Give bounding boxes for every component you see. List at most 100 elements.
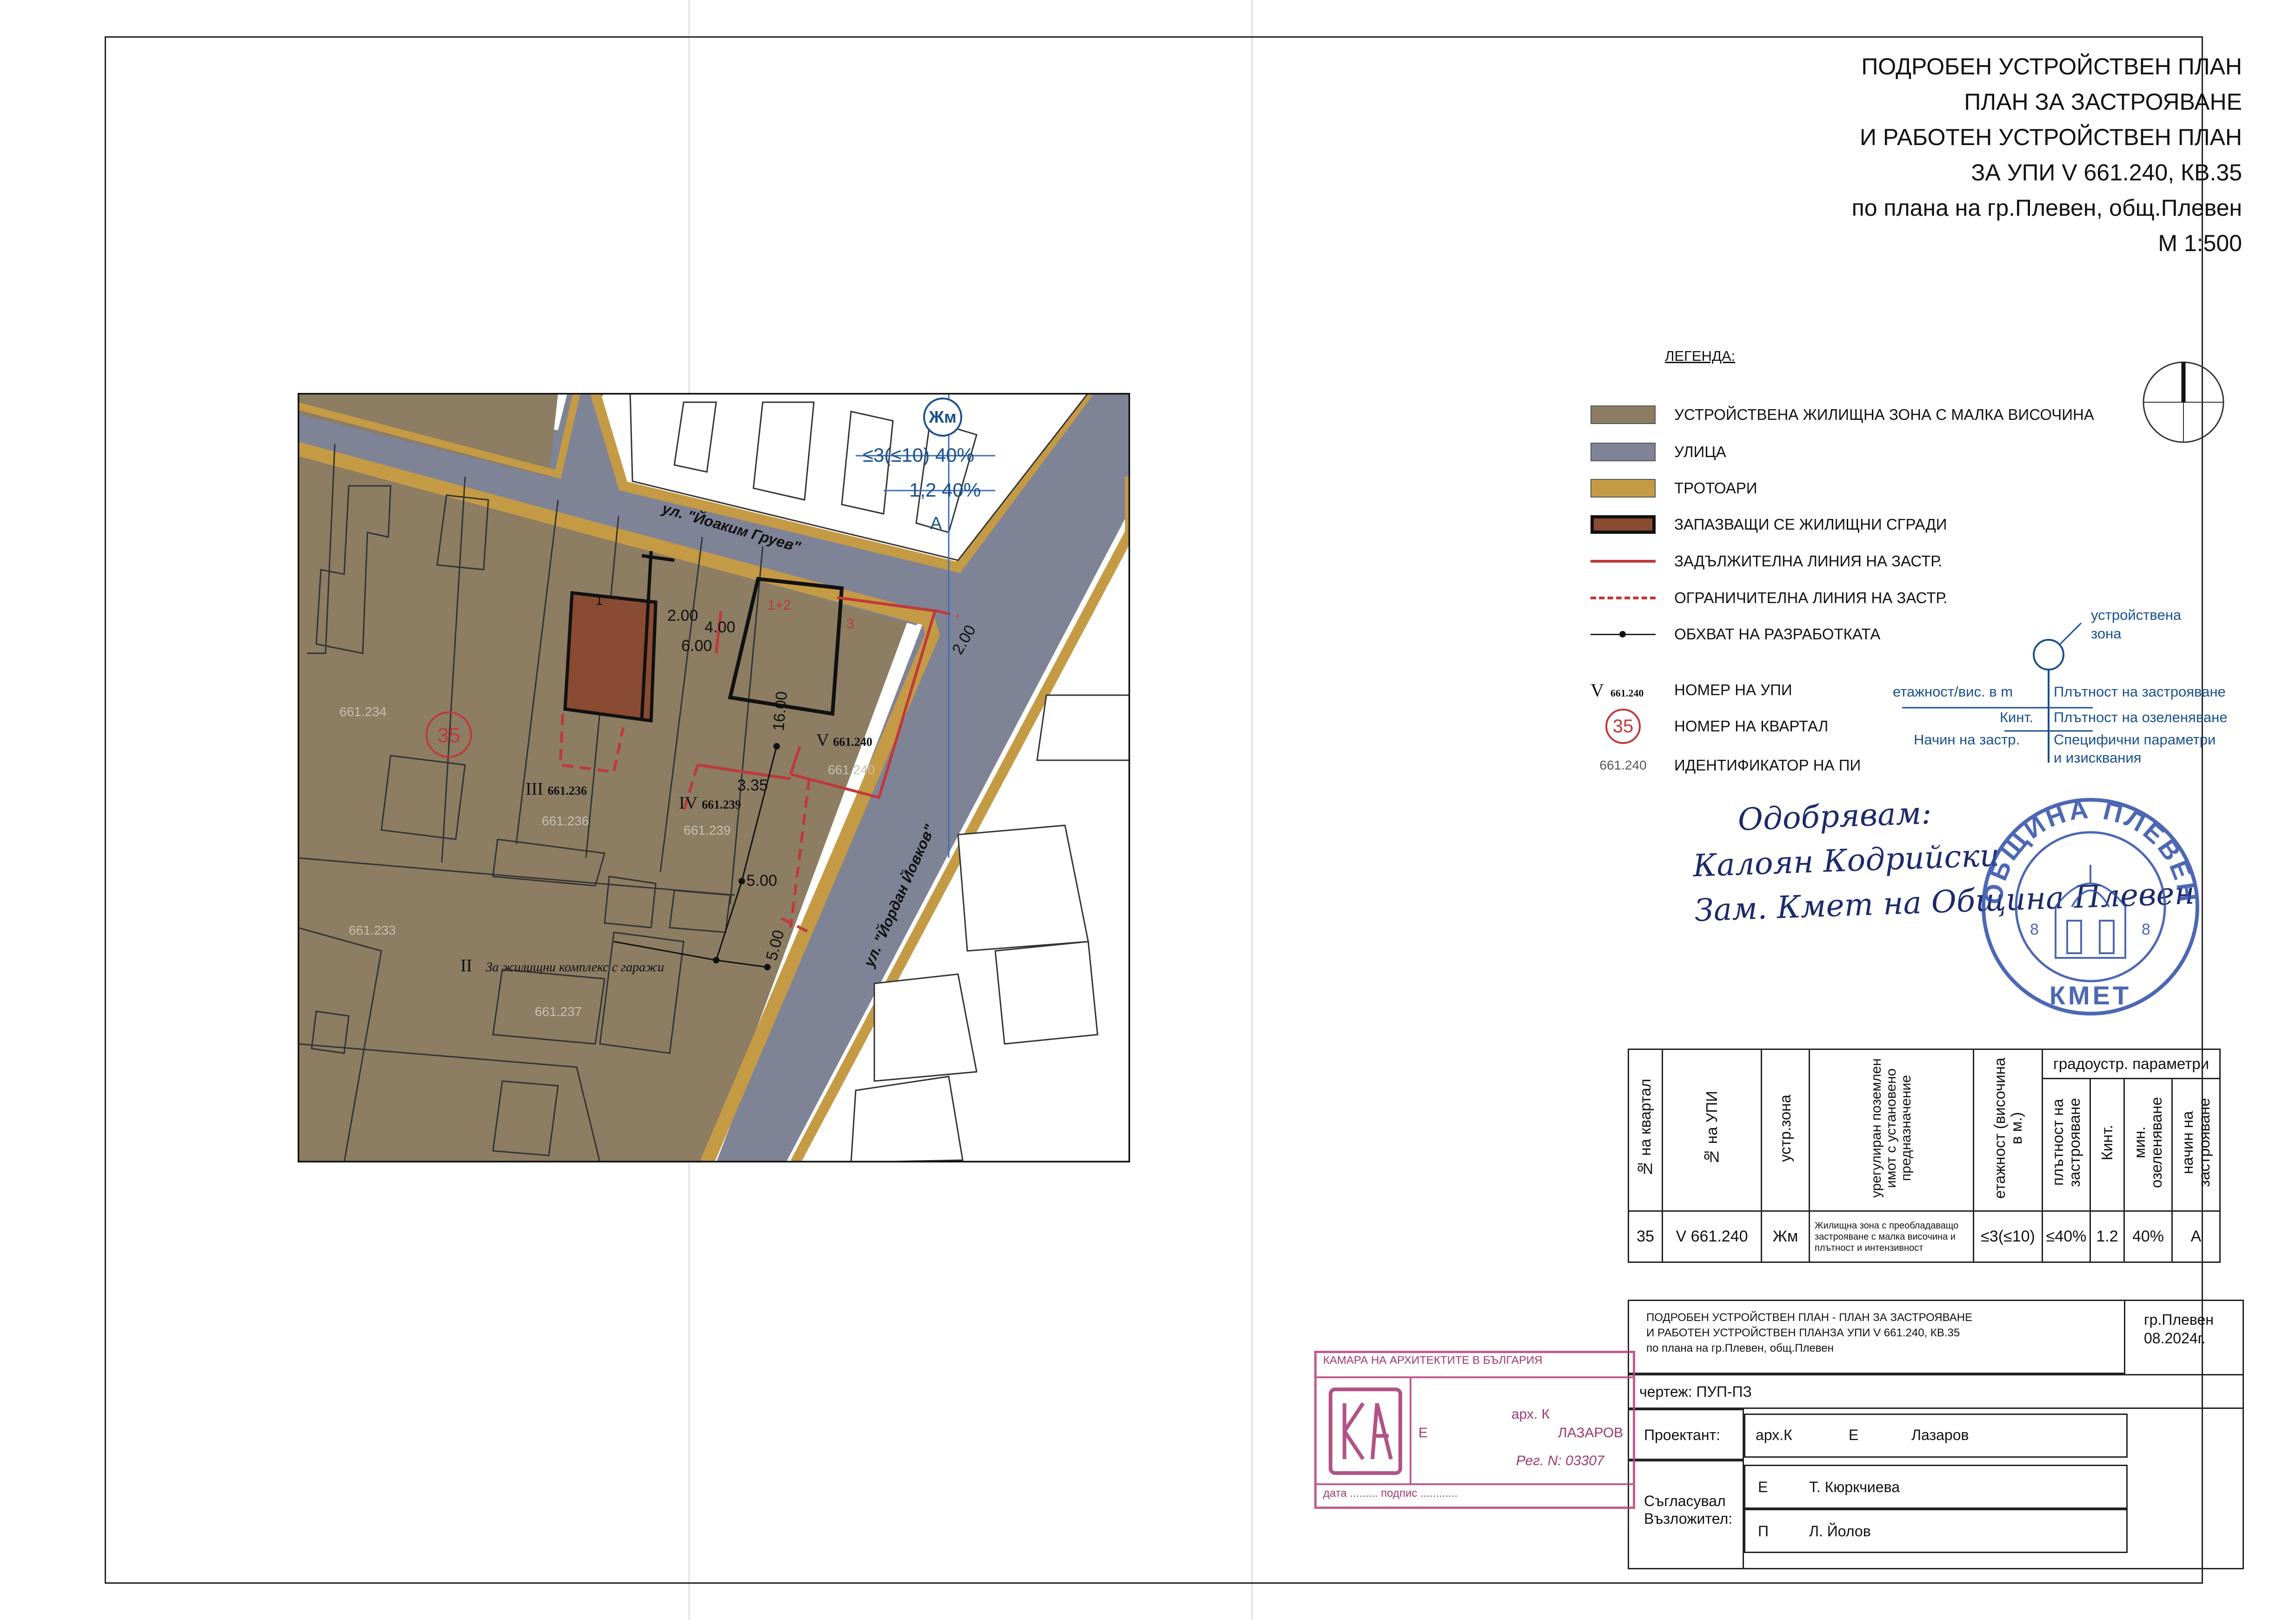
title-line: ЗА УПИ V 661.240, КВ.35 bbox=[1971, 159, 2242, 186]
stamp-name: ЛАЗАРОВ bbox=[1558, 1425, 1624, 1441]
kab-logo-icon bbox=[1329, 1388, 1402, 1475]
table-cell: Жм bbox=[1761, 1210, 1810, 1263]
legend-item: УЛИЦА bbox=[1591, 441, 1726, 463]
table-header: № на квартал bbox=[1628, 1049, 1663, 1212]
upi-symbol: V bbox=[1591, 679, 1604, 701]
title-block-place: гр.Плевен bbox=[2144, 1311, 2214, 1328]
table-header: мин. озеленяване bbox=[2123, 1077, 2173, 1212]
drawing-code: чертеж: ПУП-ПЗ bbox=[1639, 1383, 1752, 1400]
agreed-row-box bbox=[1744, 1509, 2128, 1553]
legend-label: УЛИЦА bbox=[1674, 443, 1726, 460]
legend-swatch: 661.240 bbox=[1591, 756, 1656, 775]
zone-key-label: и изисквания bbox=[2054, 750, 2142, 766]
upi-label-iv: IV 661.239 bbox=[679, 793, 741, 813]
legend-item: ОГРАНИЧИТЕЛНА ЛИНИЯ НА ЗАСТР. bbox=[1591, 587, 1947, 609]
zone-code: Жм bbox=[929, 407, 957, 426]
legend-item: V 661.240 НОМЕР НА УПИ bbox=[1591, 679, 1792, 701]
legend-item: ЗАПАЗВАЩИ СЕ ЖИЛИЩНИ СГРАДИ bbox=[1591, 513, 1947, 536]
legend-label: ОБХВАТ НА РАЗРАБОТКАТА bbox=[1674, 625, 1881, 643]
header-text: етажност (височина в м.) bbox=[1990, 1057, 2025, 1199]
dimension-label: 6.00 bbox=[681, 637, 712, 655]
legend-swatch bbox=[1591, 515, 1656, 534]
agreed-initial: П bbox=[1758, 1523, 1769, 1540]
legend-item: ТРОТОАРИ bbox=[1591, 477, 1757, 499]
title-line: ПЛАН ЗА ЗАСТРОЯВАНЕ bbox=[1964, 89, 2242, 115]
legend-item: УСТРОЙСТВЕНА ЖИЛИЩНА ЗОНА С МАЛКА ВИСОЧИ… bbox=[1591, 404, 2094, 426]
stamp-divider bbox=[1410, 1378, 1411, 1483]
legend-label: ИДЕНТИФИКАТОР НА ПИ bbox=[1674, 757, 1861, 774]
zone-key-label: Кинт. bbox=[2000, 709, 2033, 725]
stamp-top-text: ОБЩИНА ПЛЕВЕН bbox=[1978, 794, 2200, 906]
zone-key-label: Плътност на озеленяване bbox=[2054, 709, 2228, 725]
header-text: Кинт. bbox=[2098, 1125, 2116, 1161]
stamp-divider bbox=[1317, 1483, 1633, 1485]
title-block-desc: И РАБОТЕН УСТРОЙСТВЕН ПЛАНЗА УПИ V 661.2… bbox=[1646, 1327, 1960, 1339]
table-cell: Жилищна зона с преобладаващо застрояване… bbox=[1809, 1210, 1974, 1263]
table-header: плътност на застрояване bbox=[2042, 1077, 2091, 1212]
designer-value: арх.К bbox=[1756, 1427, 1792, 1443]
cathedral-emblem-icon bbox=[2055, 865, 2126, 959]
upi-id: 661.239 bbox=[701, 798, 741, 811]
parcel-id: 661.240 bbox=[828, 763, 875, 777]
dimension-label: 2.00 bbox=[667, 607, 699, 624]
building-label: 1+2 bbox=[767, 598, 791, 613]
upi-id: 661.240 bbox=[833, 735, 872, 749]
legend-label: ЗАДЪЛЖИТЕЛНА ЛИНИЯ НА ЗАСТР. bbox=[1674, 552, 1943, 570]
cadastral-map bbox=[298, 393, 1130, 1162]
parcel-id: 661.234 bbox=[339, 704, 387, 719]
upi-label-ii: II За жилищни комплекс с гаражи bbox=[460, 956, 664, 976]
title-line: И РАБОТЕН УСТРОЙСТВЕН ПЛАН bbox=[1860, 124, 2242, 150]
table-header: устр.зона bbox=[1761, 1049, 1810, 1212]
header-text: устр.зона bbox=[1777, 1094, 1794, 1162]
quarter-symbol: 35 bbox=[1605, 709, 1641, 744]
building-label: 1 bbox=[595, 593, 603, 608]
table-header: урегулиран поземлен имот с установено пр… bbox=[1809, 1049, 1974, 1212]
legend-swatch bbox=[1591, 589, 1656, 607]
zone-key-label: зона bbox=[2091, 625, 2122, 642]
plan-title: ПОДРОБЕН УСТРОЙСТВЕН ПЛАН ПЛАН ЗА ЗАСТРО… bbox=[1852, 49, 2242, 261]
header-text: мин. озеленяване bbox=[2131, 1097, 2165, 1188]
agreed-row-box bbox=[1744, 1465, 2128, 1509]
legend-item: 661.240 ИДЕНТИФИКАТОР НА ПИ bbox=[1591, 754, 1861, 777]
legend-label: УСТРОЙСТВЕНА ЖИЛИЩНА ЗОНА С МАЛКА ВИСОЧИ… bbox=[1674, 406, 2094, 423]
upi-id: 661.236 bbox=[547, 784, 587, 797]
designer-value: Е bbox=[1849, 1427, 1859, 1443]
zone-circle: Жм bbox=[923, 398, 962, 437]
upi-label-iii: III 661.236 bbox=[526, 779, 587, 799]
agreed-label: Съгласувал bbox=[1644, 1493, 1726, 1509]
header-text: плътност на застрояване bbox=[2049, 1098, 2083, 1188]
header-text: № на квартал bbox=[1637, 1079, 1654, 1177]
table-cell: ≤40% bbox=[2042, 1210, 2091, 1263]
parcel-id: 661.239 bbox=[684, 823, 731, 837]
dimension-label: 3.35 bbox=[737, 777, 768, 794]
legend-swatch bbox=[1591, 552, 1656, 571]
upi-roman: II bbox=[460, 956, 473, 976]
svg-text:ОБЩИНА ПЛЕВЕН: ОБЩИНА ПЛЕВЕН bbox=[1978, 794, 2203, 906]
header-text: № на УПИ bbox=[1703, 1090, 1720, 1166]
zone-key-label: Начин на застр. bbox=[1914, 731, 2020, 748]
legend-label: ТРОТОАРИ bbox=[1674, 479, 1757, 497]
upi-roman: IV bbox=[679, 793, 698, 813]
table-group-header: градоустр. параметри bbox=[2042, 1049, 2221, 1079]
municipal-stamp: ОБЩИНА ПЛЕВЕН КМЕТ 8 8 bbox=[1978, 794, 2203, 1016]
dimension-label: 5.00 bbox=[746, 872, 778, 890]
dimension-label: 16.00 bbox=[770, 690, 791, 732]
table-cell: 40% bbox=[2123, 1210, 2173, 1263]
header-text: начин на застрояване bbox=[2179, 1098, 2213, 1188]
table-cell: 35 bbox=[1628, 1210, 1663, 1263]
zone-key-label: етажност/вис. в m bbox=[1893, 684, 2013, 700]
parcel-id: 661.233 bbox=[349, 923, 396, 937]
stamp-footer: дата ......... подпис ............ bbox=[1323, 1487, 1458, 1500]
title-line: по плана на гр.Плевен, общ.Плевен bbox=[1851, 195, 2242, 221]
legend-label: НОМЕР НА КВАРТАЛ bbox=[1674, 717, 1829, 735]
pi-symbol: 661.240 bbox=[1599, 758, 1647, 772]
legend-swatch bbox=[1591, 443, 1656, 461]
zone-key-label: устройствена bbox=[2091, 607, 2182, 623]
dimension-label: 4.00 bbox=[705, 618, 736, 636]
stamp-divider bbox=[1317, 1376, 1633, 1378]
scale-label: М 1:500 bbox=[2158, 230, 2242, 256]
table-cell: А bbox=[2171, 1210, 2221, 1263]
stamp-name: арх. К bbox=[1511, 1407, 1550, 1422]
header-text: урегулиран поземлен имот с установено пр… bbox=[1869, 1058, 1914, 1198]
legend-label: НОМЕР НА УПИ bbox=[1674, 681, 1792, 698]
